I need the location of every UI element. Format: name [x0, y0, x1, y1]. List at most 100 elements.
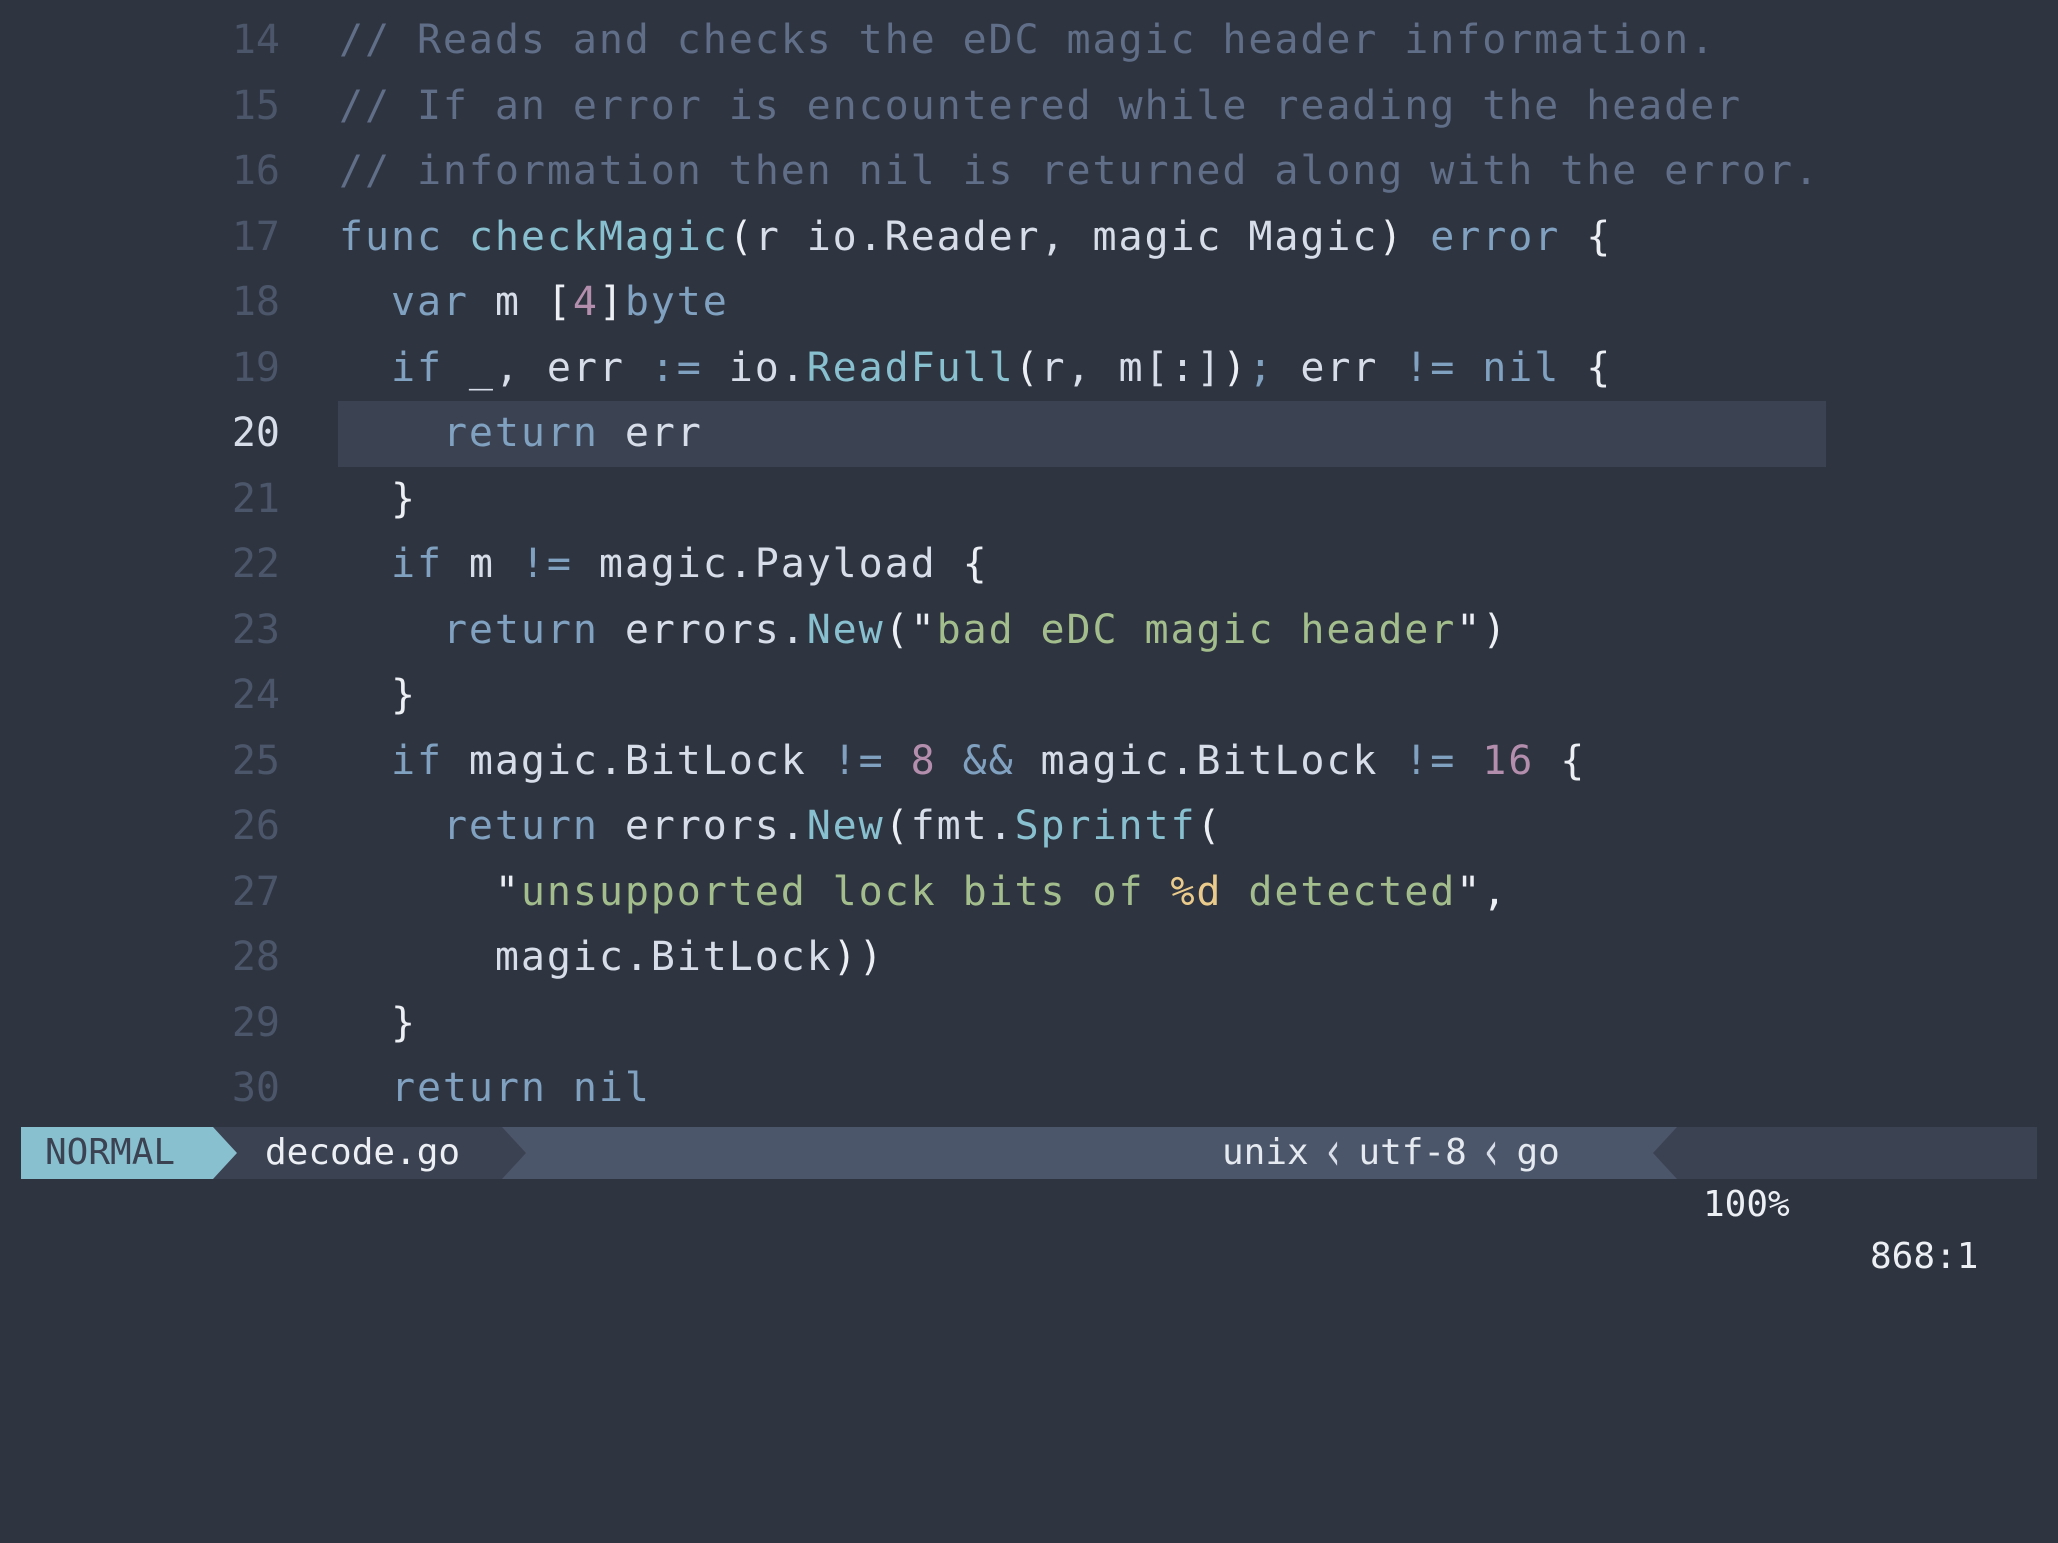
token-punc: )	[1378, 213, 1405, 260]
token-txt: errors.	[598, 803, 807, 849]
token-txt: _, err	[442, 344, 651, 391]
code-line[interactable]: 29 }	[0, 991, 2058, 1057]
token-punc: "	[494, 868, 521, 915]
line-code: magic.BitLock))	[339, 925, 885, 991]
scroll-percent: 100%	[1703, 1184, 1790, 1225]
line-code: }	[339, 467, 417, 533]
token-fn: Sprintf	[1014, 803, 1197, 849]
code-line-current[interactable]: 20 return err	[0, 401, 2058, 467]
token-kw: ;	[1248, 344, 1275, 391]
code-line[interactable]: 24 }	[0, 663, 2058, 729]
token-kw: if	[390, 737, 443, 784]
line-number: 19	[231, 344, 280, 391]
code-line[interactable]: 14 // Reads and checks the eDC magic head…	[0, 8, 2058, 74]
token-kw: if	[390, 541, 443, 587]
file-info: unix ‹ utf-8 ‹ go	[1222, 1122, 1560, 1184]
token-punc: {	[1560, 737, 1587, 784]
token-kw: return	[442, 803, 599, 849]
token-punc: }	[390, 672, 417, 718]
powerline-arrow-left-icon	[1653, 1127, 1677, 1179]
token-kw: return	[442, 410, 599, 456]
token-punc: (	[1196, 803, 1223, 849]
line-code: if magic.BitLock != 8 && magic.BitLock !…	[339, 729, 1586, 795]
token-fmt: %d	[1170, 868, 1223, 915]
line-code: func checkMagic(r io.Reader, magic Magic…	[339, 205, 1612, 271]
line-number: 27	[231, 868, 280, 915]
token-txt: r io.Reader, magic Magic	[754, 213, 1379, 260]
token-kw: !=	[832, 737, 885, 784]
powerline-arrow-right-icon	[213, 1127, 237, 1179]
code-line[interactable]: 18 var m [4]byte	[0, 270, 2058, 336]
token-str: unsupported lock bits of	[520, 868, 1171, 915]
code-line[interactable]: 28 magic.BitLock))	[0, 925, 2058, 991]
code-line[interactable]: 25 if magic.BitLock != 8 && magic.BitLoc…	[0, 729, 2058, 795]
line-code: return err	[339, 401, 703, 467]
powerline-arrow-right-icon	[502, 1127, 526, 1179]
token-str: bad eDC magic header	[936, 606, 1457, 653]
line-number: 29	[231, 999, 280, 1046]
token-kw: !=	[1404, 344, 1457, 391]
code-line[interactable]: 30 return nil	[0, 1056, 2058, 1122]
code-line[interactable]: 22 if m != magic.Payload {	[0, 532, 2058, 598]
token-kw: return	[442, 606, 599, 653]
code-line[interactable]: 27 "unsupported lock bits of %d detected…	[0, 860, 2058, 926]
code-line[interactable]: 23 return errors.New("bad eDC magic head…	[0, 598, 2058, 664]
encoding: utf-8	[1358, 1132, 1467, 1173]
token-fn: checkMagic	[468, 213, 729, 260]
code-line[interactable]: 26 return errors.New(fmt.Sprintf(	[0, 794, 2058, 860]
token-punc: {	[962, 541, 989, 587]
token-punc: }	[390, 475, 417, 522]
token-punc: }	[390, 999, 417, 1046]
token-comment: // Reads and checks the eDC magic header…	[339, 17, 1717, 63]
token-kw: return	[390, 1065, 547, 1111]
token-kw: nil	[1482, 344, 1561, 391]
thin-left-chevron-icon: ‹	[1322, 1121, 1345, 1184]
mode-indicator: NORMAL	[21, 1127, 213, 1179]
statusline: NORMAL decode.go unix ‹ utf-8 ‹ go 100% 868:…	[21, 1122, 2037, 1277]
line-code: if _, err := io.ReadFull(r, m[:]); err !…	[339, 336, 1612, 402]
line-number: 26	[231, 803, 280, 849]
token-txt: m	[442, 541, 521, 587]
code-line[interactable]: 15 // If an error is encountered while re…	[0, 74, 2058, 140]
token-num: 8	[910, 737, 937, 784]
token-punc: (	[728, 213, 755, 260]
code-line[interactable]: 16 // information then nil is returned al…	[0, 139, 2058, 205]
token-kw: if	[390, 344, 443, 391]
line-number: 25	[231, 737, 280, 784]
code-editor[interactable]: 14 // Reads and checks the eDC magic head…	[0, 8, 2058, 1122]
line-number: 17	[231, 213, 280, 260]
token-comment: // If an error is encountered while read…	[339, 82, 1743, 129]
token-kw: byte	[624, 279, 729, 325]
token-kw: !=	[520, 541, 573, 587]
token-txt: r, m[:]	[1040, 344, 1223, 391]
token-punc: ))	[832, 934, 885, 980]
token-txt: err	[598, 410, 703, 456]
token-fn: New	[806, 803, 885, 849]
line-number: 22	[231, 541, 280, 587]
token-str: detected	[1222, 868, 1457, 915]
code-line[interactable]: 17 func checkMagic(r io.Reader, magic Mag…	[0, 205, 2058, 271]
line-code: return nil	[339, 1056, 651, 1122]
line-number: 23	[231, 606, 280, 653]
line-number: 28	[231, 934, 280, 980]
token-kw: error	[1430, 213, 1561, 260]
line-code: "unsupported lock bits of %d detected",	[339, 860, 1508, 926]
code-line[interactable]: 19 if _, err := io.ReadFull(r, m[:]); er…	[0, 336, 2058, 402]
line-number: 14	[231, 17, 280, 63]
token-punc: ("	[884, 606, 937, 653]
token-txt: magic.BitLock	[339, 934, 833, 980]
code-line[interactable]: 21 }	[0, 467, 2058, 533]
token-fn: New	[806, 606, 885, 653]
